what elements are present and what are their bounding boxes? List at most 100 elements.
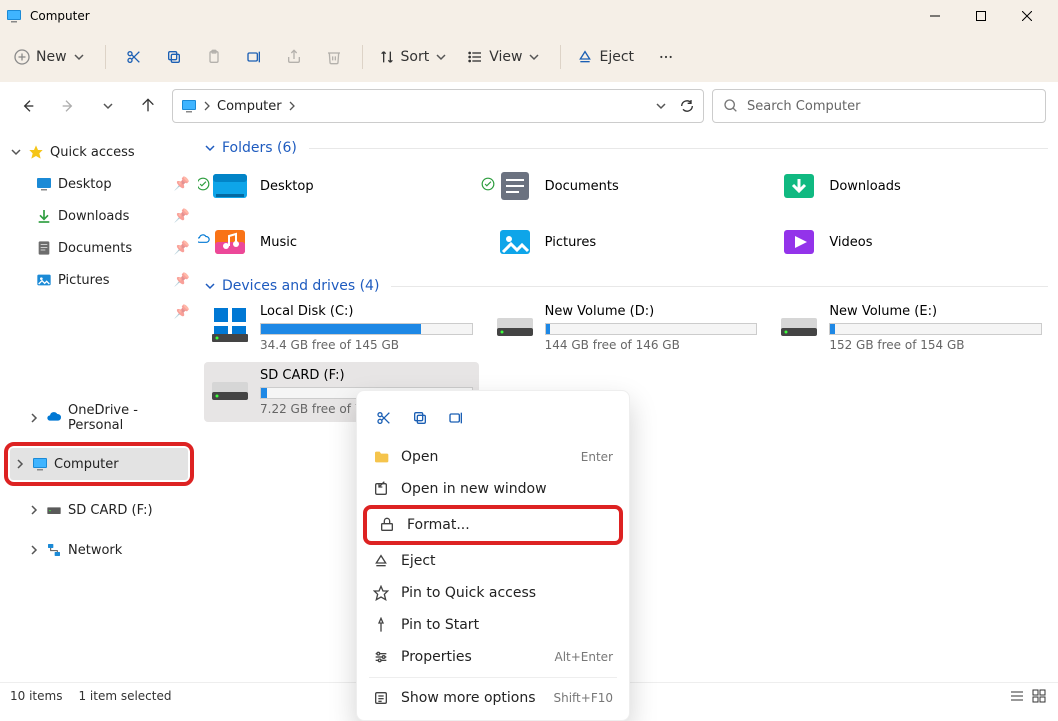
- copy-icon: [166, 49, 182, 65]
- eject-button[interactable]: Eject: [571, 39, 644, 75]
- chevron-right-icon: [288, 100, 296, 112]
- drive-icon: [210, 368, 250, 408]
- chevron-down-icon: [528, 51, 540, 63]
- view-details-button[interactable]: [1008, 687, 1026, 705]
- folder-pictures[interactable]: Pictures: [489, 216, 764, 268]
- menu-pin-start[interactable]: Pin to Start: [361, 609, 625, 641]
- window-title: Computer: [30, 9, 912, 23]
- cloud-icon: [198, 233, 210, 251]
- search-box[interactable]: Search Computer: [712, 89, 1046, 123]
- paste-button[interactable]: [196, 39, 232, 75]
- sidebar-custom-1[interactable]: 📌: [0, 296, 198, 328]
- sidebar-documents[interactable]: Documents 📌: [0, 232, 198, 264]
- recent-button[interactable]: [92, 90, 124, 122]
- videos-icon: [779, 222, 819, 262]
- close-button[interactable]: [1004, 0, 1050, 32]
- sidebar-onedrive[interactable]: OneDrive - Personal: [0, 402, 198, 434]
- chevron-down-icon: [73, 51, 85, 63]
- menu-properties[interactable]: Properties Alt+Enter: [361, 641, 625, 673]
- breadcrumb-root[interactable]: Computer: [217, 99, 282, 114]
- forward-button[interactable]: [52, 90, 84, 122]
- usage-bar: [545, 323, 758, 335]
- more-button[interactable]: [648, 39, 684, 75]
- maximize-button[interactable]: [958, 0, 1004, 32]
- menu-open[interactable]: Open Enter: [361, 441, 625, 473]
- chevron-down-icon: [102, 100, 114, 112]
- desktop-icon: [36, 176, 52, 192]
- format-icon: [379, 517, 395, 533]
- group-drives[interactable]: Devices and drives (4): [204, 278, 1048, 294]
- sidebar-quick-access[interactable]: Quick access: [0, 136, 198, 168]
- desktop-icon: [210, 166, 250, 206]
- drive-e[interactable]: New Volume (E:) 152 GB free of 154 GB: [773, 298, 1048, 358]
- folder-documents[interactable]: Documents: [489, 160, 764, 212]
- refresh-icon[interactable]: [679, 98, 695, 114]
- divider: [105, 45, 106, 69]
- sidebar-sdcard[interactable]: SD CARD (F:): [0, 494, 198, 526]
- folder-downloads[interactable]: Downloads: [773, 160, 1048, 212]
- rename-icon: [246, 49, 262, 65]
- address-bar[interactable]: Computer: [172, 89, 704, 123]
- sidebar-network[interactable]: Network: [0, 534, 198, 566]
- rename-button[interactable]: [439, 403, 473, 433]
- more-icon: [658, 49, 674, 65]
- sidebar-computer[interactable]: Computer: [10, 448, 188, 480]
- sidebar-desktop[interactable]: Desktop 📌: [0, 168, 198, 200]
- titlebar: Computer: [0, 0, 1058, 32]
- navbar: Computer Search Computer: [0, 82, 1058, 130]
- view-label: View: [489, 49, 522, 65]
- sidebar-pictures[interactable]: Pictures 📌: [0, 264, 198, 296]
- sidebar-downloads[interactable]: Downloads 📌: [0, 200, 198, 232]
- chevron-down-icon: [435, 51, 447, 63]
- onedrive-icon: [46, 410, 62, 426]
- menu-more[interactable]: Show more options Shift+F10: [361, 682, 625, 714]
- chevron-right-icon: [28, 544, 40, 556]
- group-folders[interactable]: Folders (6): [204, 140, 1048, 156]
- view-button[interactable]: View: [461, 39, 550, 75]
- pin-icon: 📌: [174, 177, 190, 192]
- copy-button[interactable]: [156, 39, 192, 75]
- view-icon: [467, 49, 483, 65]
- delete-button[interactable]: [316, 39, 352, 75]
- music-icon: [210, 222, 250, 262]
- rename-button[interactable]: [236, 39, 272, 75]
- folder-music[interactable]: Music: [204, 216, 479, 268]
- arrow-left-icon: [20, 98, 36, 114]
- chevron-down-icon[interactable]: [655, 100, 667, 112]
- usage-bar: [260, 323, 473, 335]
- chevron-down-icon: [204, 142, 216, 154]
- arrow-up-icon: [140, 98, 156, 114]
- minimize-button[interactable]: [912, 0, 958, 32]
- monitor-icon: [32, 456, 48, 472]
- drive-c[interactable]: Local Disk (C:) 34.4 GB free of 145 GB: [204, 298, 479, 358]
- new-button[interactable]: New: [8, 39, 95, 75]
- menu-eject[interactable]: Eject: [361, 545, 625, 577]
- clipboard-icon: [206, 49, 222, 65]
- share-icon: [286, 49, 302, 65]
- drive-icon: [779, 304, 819, 344]
- list-icon: [1010, 689, 1024, 703]
- rename-icon: [448, 410, 464, 426]
- downloads-icon: [779, 166, 819, 206]
- cut-button[interactable]: [116, 39, 152, 75]
- highlight-format: Format...: [363, 505, 623, 545]
- view-large-button[interactable]: [1030, 687, 1048, 705]
- folder-desktop[interactable]: Desktop: [204, 160, 479, 212]
- back-button[interactable]: [12, 90, 44, 122]
- folder-videos[interactable]: Videos: [773, 216, 1048, 268]
- menu-open-new[interactable]: Open in new window: [361, 473, 625, 505]
- cut-button[interactable]: [367, 403, 401, 433]
- share-button[interactable]: [276, 39, 312, 75]
- menu-format[interactable]: Format...: [367, 509, 619, 541]
- drive-icon: [495, 304, 535, 344]
- more-icon: [373, 690, 389, 706]
- pin-icon: [373, 617, 389, 633]
- up-button[interactable]: [132, 90, 164, 122]
- status-items: 10 items: [10, 689, 62, 703]
- drive-d[interactable]: New Volume (D:) 144 GB free of 146 GB: [489, 298, 764, 358]
- search-icon: [723, 98, 739, 114]
- sort-button[interactable]: Sort: [373, 39, 458, 75]
- pin-icon: 📌: [174, 273, 190, 288]
- menu-pin-quick[interactable]: Pin to Quick access: [361, 577, 625, 609]
- copy-button[interactable]: [403, 403, 437, 433]
